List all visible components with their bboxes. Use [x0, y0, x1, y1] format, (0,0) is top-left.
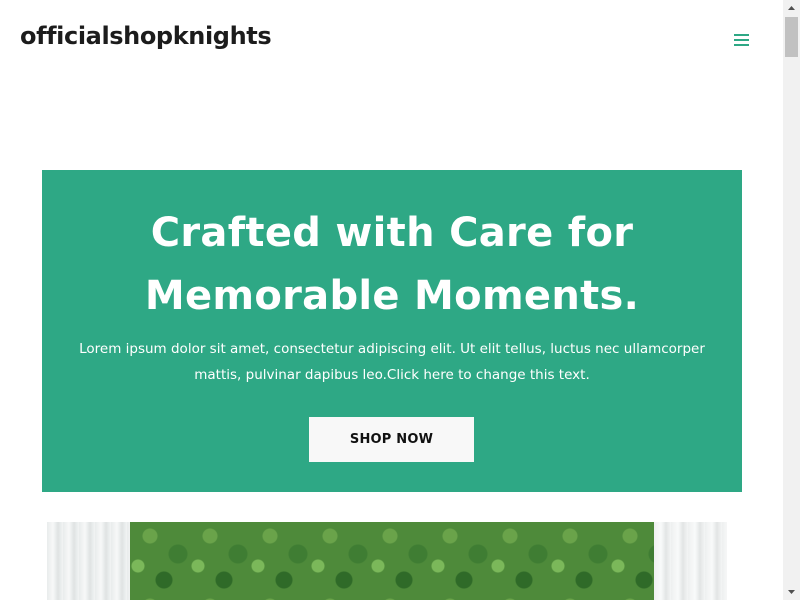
hero-text: Lorem ipsum dolor sit amet, consectetur … — [79, 341, 705, 383]
vertical-scrollbar[interactable] — [783, 0, 800, 600]
scroll-up-arrow-icon[interactable] — [783, 0, 800, 17]
hero-heading: Crafted with Care for Memorable Moments. — [144, 210, 640, 319]
site-header: officialshopknights — [0, 0, 783, 80]
site-title[interactable]: officialshopknights — [20, 22, 272, 50]
leaf-wall — [130, 522, 654, 600]
page: officialshopknights Crafted with Care fo… — [0, 0, 783, 600]
curtain-left — [47, 522, 130, 600]
feature-image — [47, 522, 727, 600]
hamburger-menu-icon[interactable] — [732, 33, 753, 48]
curtain-right — [654, 522, 727, 600]
scroll-down-arrow-icon[interactable] — [783, 583, 800, 600]
hero-banner: Crafted with Care for Memorable Moments.… — [42, 170, 742, 492]
scrollbar-thumb[interactable] — [785, 17, 798, 57]
shop-now-button[interactable]: SHOP NOW — [309, 417, 474, 462]
